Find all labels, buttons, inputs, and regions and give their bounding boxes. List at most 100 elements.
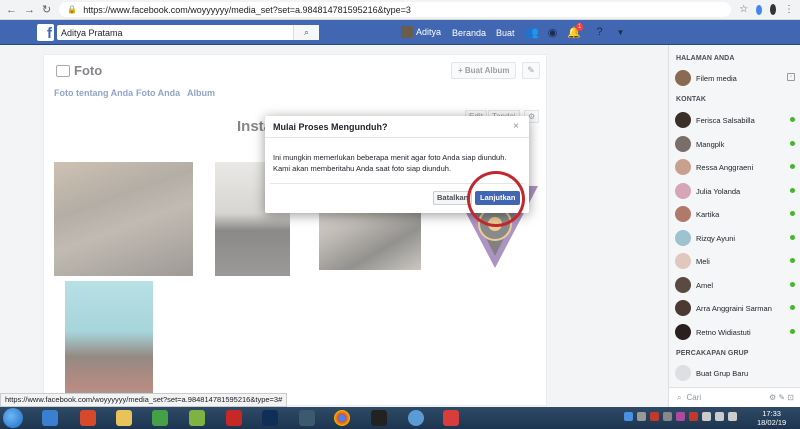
search-input[interactable]: Aditya Pratama ⌕ — [57, 25, 319, 40]
app-icon[interactable] — [152, 410, 168, 426]
taskbar: 17:33 18/02/19 — [0, 407, 800, 429]
profile-icon[interactable] — [769, 4, 776, 15]
avatar — [675, 230, 691, 246]
address-bar[interactable]: 🔒 https://www.facebook.com/woyyyyyy/medi… — [59, 2, 732, 17]
contact-item[interactable]: Arra Anggraini Sarman — [675, 298, 795, 318]
photoshop-icon[interactable] — [262, 410, 278, 426]
search-icon[interactable]: ⌕ — [293, 25, 319, 40]
tray-icon[interactable] — [624, 412, 633, 421]
contact-item[interactable]: Retno Widiastuti — [675, 322, 795, 342]
avatar — [675, 183, 691, 199]
contact-name: Arra Anggraini Sarman — [696, 303, 772, 313]
facebook-header: f Aditya Pratama ⌕ Aditya Beranda Buat 👥… — [0, 20, 800, 45]
avatar — [675, 324, 691, 340]
start-button-icon[interactable] — [3, 408, 23, 428]
chat-search-placeholder: Cari — [686, 393, 702, 402]
create-group-label: Buat Grup Baru — [696, 368, 749, 378]
contact-name: Ressa Anggraeni — [696, 162, 754, 172]
create-group-button[interactable]: Buat Grup Baru — [675, 363, 795, 383]
avatar — [675, 136, 691, 152]
search-icon: ⌕ — [677, 392, 682, 402]
avatar — [675, 277, 691, 293]
contact-item[interactable]: Amel — [675, 275, 795, 295]
contact-item[interactable]: Ressa Anggraeni — [675, 157, 795, 177]
contact-name: Julia Yolanda — [696, 186, 741, 196]
reload-icon[interactable]: ↻ — [42, 3, 51, 16]
close-icon[interactable]: × — [513, 121, 519, 132]
profile-link[interactable]: Aditya — [401, 26, 441, 38]
avatar — [401, 26, 413, 38]
group-icon — [675, 365, 691, 381]
contact-name: Kartika — [696, 209, 720, 219]
star-icon[interactable]: ☆ — [739, 4, 748, 15]
clock[interactable]: 17:33 18/02/19 — [757, 409, 786, 427]
contact-item[interactable]: Kartika — [675, 204, 795, 224]
contact-item[interactable]: Rizqy Ayuni — [675, 228, 795, 248]
pages-heading: HALAMAN ANDA — [676, 55, 735, 62]
avatar — [675, 70, 691, 86]
forward-icon[interactable]: → — [24, 4, 35, 16]
dropdown-arrow-icon[interactable]: ▼ — [614, 28, 627, 37]
create-link[interactable]: Buat — [496, 28, 515, 38]
messenger-icon[interactable]: ◉ — [546, 26, 559, 39]
home-link[interactable]: Beranda — [452, 28, 486, 38]
link-status-bar: https://www.facebook.com/woyyyyyy/media_… — [0, 393, 288, 407]
media-player-icon[interactable] — [80, 410, 96, 426]
dialog-header: Mulai Proses Mengunduh? × — [265, 116, 529, 138]
contact-name: Amel — [696, 280, 714, 290]
contact-item[interactable]: Meli — [675, 251, 795, 271]
app-icon[interactable] — [189, 410, 205, 426]
tray-icon[interactable] — [676, 412, 685, 421]
extension-icon[interactable] — [756, 4, 762, 15]
chat-options-icon[interactable]: ⚙ ✎ ⊡ — [769, 393, 794, 402]
tray-icon[interactable] — [663, 412, 672, 421]
help-icon[interactable]: ? — [593, 26, 606, 38]
movie-maker-icon[interactable] — [371, 410, 387, 426]
notification-badge: 1 — [576, 23, 584, 31]
contacts-heading: KONTAK — [676, 96, 707, 103]
menu-icon[interactable]: ⋮ — [784, 4, 794, 15]
page-item-label: Filem media — [696, 73, 737, 83]
app-icon[interactable] — [408, 410, 424, 426]
folder-icon[interactable] — [116, 410, 132, 426]
volume-icon[interactable] — [715, 412, 724, 421]
avatar — [675, 253, 691, 269]
facebook-logo-icon[interactable]: f — [37, 24, 54, 42]
avatar — [675, 206, 691, 222]
lock-icon: 🔒 — [67, 5, 78, 14]
tray-icon[interactable] — [702, 412, 711, 421]
chrome-icon[interactable] — [334, 410, 350, 426]
online-indicator — [790, 117, 795, 122]
tray-icon[interactable] — [637, 412, 646, 421]
online-indicator — [790, 141, 795, 146]
clock-date: 18/02/19 — [757, 418, 787, 427]
contact-name: Retno Widiastuti — [696, 327, 751, 337]
contact-name: Rizqy Ayuni — [696, 233, 736, 243]
page-menu-icon[interactable]: ◦ — [787, 73, 795, 81]
clock-time: 17:33 — [762, 409, 781, 418]
online-indicator — [790, 164, 795, 169]
contact-item[interactable]: Ferisca Salsabilla — [675, 110, 795, 130]
modal-backdrop[interactable] — [0, 45, 668, 407]
browser-toolbar: ← → ↻ 🔒 https://www.facebook.com/woyyyyy… — [0, 0, 800, 20]
tray-icon[interactable] — [689, 412, 698, 421]
app-icon[interactable] — [443, 410, 459, 426]
chat-search-input[interactable]: ⌕ Cari ⚙ ✎ ⊡ — [669, 387, 800, 407]
search-value: Aditya Pratama — [61, 27, 123, 38]
network-icon[interactable] — [728, 412, 737, 421]
page-item[interactable]: Filem media ◦ — [675, 68, 795, 88]
explorer-icon[interactable] — [42, 410, 58, 426]
pdf-icon[interactable] — [226, 410, 242, 426]
contact-item[interactable]: Mangplk — [675, 134, 795, 154]
avatar — [675, 300, 691, 316]
contact-item[interactable]: Julia Yolanda — [675, 181, 795, 201]
online-indicator — [790, 258, 795, 263]
back-icon[interactable]: ← — [6, 4, 17, 16]
contact-name: Meli — [696, 256, 710, 266]
avatar — [675, 159, 691, 175]
tray-icon[interactable] — [650, 412, 659, 421]
online-indicator — [790, 282, 795, 287]
avatar — [675, 112, 691, 128]
app-icon[interactable] — [299, 410, 315, 426]
friends-icon[interactable]: 👥 — [525, 26, 539, 39]
